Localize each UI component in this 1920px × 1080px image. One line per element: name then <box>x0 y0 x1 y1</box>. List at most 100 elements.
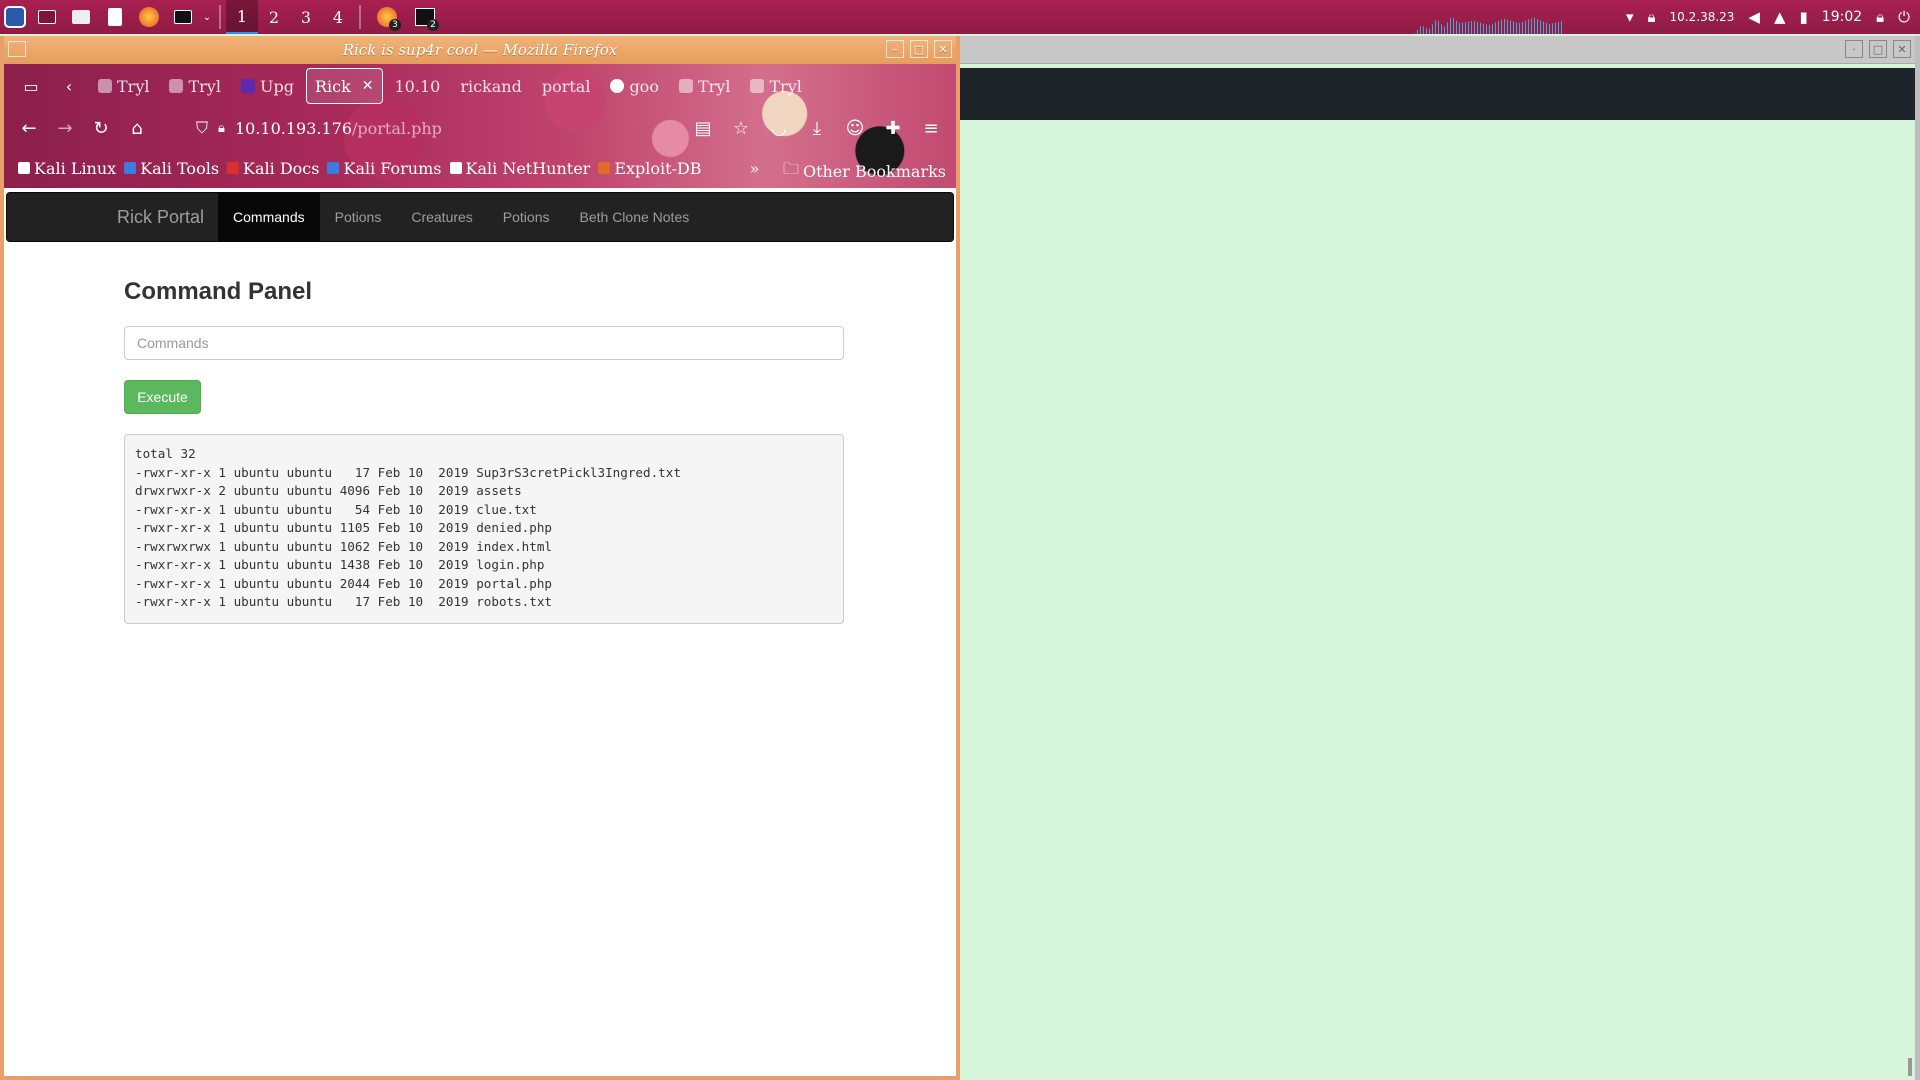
execute-button[interactable]: Execute <box>124 380 201 414</box>
tab-upgrade[interactable]: Upg <box>233 68 302 104</box>
window-menu-button[interactable] <box>8 41 26 57</box>
firefox-launcher[interactable] <box>132 0 166 34</box>
kali-menu-button[interactable] <box>0 0 30 34</box>
account-icon[interactable]: ☺ <box>838 112 872 144</box>
workspace-1[interactable]: 1 <box>226 0 258 34</box>
close-button[interactable]: ✕ <box>1893 40 1911 58</box>
file-manager-button[interactable] <box>64 0 98 34</box>
menu-hamburger-icon[interactable]: ≡ <box>914 112 948 144</box>
bookmark-label: Exploit-DB <box>614 158 702 178</box>
bookmark-kali-linux[interactable]: Kali Linux <box>18 159 116 178</box>
downloads-icon[interactable]: ⤓ <box>800 112 834 144</box>
tab-favicon <box>169 79 184 93</box>
tab-label: Rick <box>314 76 351 96</box>
bookmark-kali-forums[interactable]: Kali Forums <box>327 158 442 178</box>
pocket-icon[interactable]: ◡ <box>762 112 796 144</box>
extensions-icon[interactable]: ✚ <box>876 112 910 144</box>
output-line: -rwxr-xr-x 1 ubuntu ubuntu 1438 Feb 10 2… <box>135 557 545 572</box>
bookmark-exploit-db[interactable]: Exploit-DB <box>598 158 702 178</box>
other-bookmarks[interactable]: 🗀︎ Other Bookmarks <box>783 158 946 185</box>
tab-rick[interactable]: Rick ✕ <box>305 68 383 104</box>
clock[interactable]: 19:02 <box>1822 9 1862 25</box>
lock-icon[interactable]: 🔒︎ <box>218 121 225 136</box>
window-border <box>1915 36 1920 1080</box>
tab-scroll-left-icon[interactable]: ‹ <box>52 68 86 104</box>
taskbar-terminal[interactable]: 2 <box>410 2 440 32</box>
workspace-3[interactable]: 3 <box>290 0 322 34</box>
logout-icon[interactable]: ⏻ <box>1898 8 1910 26</box>
nav-commands[interactable]: Commands <box>218 192 320 242</box>
commands-input[interactable] <box>124 326 844 360</box>
close-tab-icon[interactable]: ✕ <box>362 78 374 94</box>
url-path: /portal.php <box>352 118 442 138</box>
terminal-launcher[interactable] <box>166 0 200 34</box>
bookmark-kali-tools[interactable]: Kali Tools <box>124 159 219 178</box>
tab-tryhackme-1[interactable]: Tryl <box>90 68 157 104</box>
secondary-window-toolbar <box>960 68 1915 120</box>
secondary-window-titlebar[interactable]: · □ ✕ <box>960 36 1915 64</box>
tab-favicon <box>98 79 112 93</box>
bookmarks-overflow-icon[interactable]: » <box>750 159 760 178</box>
tab-google[interactable]: goo <box>602 68 667 104</box>
output-line: -rwxr-xr-x 1 ubuntu ubuntu 17 Feb 10 201… <box>135 594 553 609</box>
scrollbar[interactable] <box>1908 1058 1912 1076</box>
reader-view-icon[interactable]: ▤ <box>686 112 720 144</box>
bookmark-label: Kali Forums <box>343 158 442 178</box>
exploit-db-icon <box>598 162 611 174</box>
minimize-button[interactable]: – <box>886 40 904 58</box>
firefox-view-button[interactable]: ▭ <box>14 68 48 104</box>
tab-tryhackme-4[interactable]: Tryl <box>742 68 809 104</box>
notification-bell-icon[interactable]: ▲ <box>1774 8 1786 26</box>
terminal-icon <box>174 10 192 24</box>
workspace-4[interactable]: 4 <box>322 0 354 34</box>
nav-potions[interactable]: Potions <box>320 192 397 242</box>
nav-creatures[interactable]: Creatures <box>396 192 487 242</box>
back-button[interactable]: ← <box>12 112 46 144</box>
chevron-down-icon[interactable]: ⌄ <box>200 0 214 34</box>
taskbar-firefox[interactable]: 3 <box>372 2 402 32</box>
tab-portal[interactable]: portal <box>534 68 599 104</box>
bookmark-label: Kali Tools <box>140 158 220 178</box>
output-line: total 32 <box>135 446 196 461</box>
url-bar[interactable]: ⛉ 🔒︎ 10.10.193.176/portal.php <box>196 112 442 144</box>
window-titlebar[interactable]: Rick is sup4r cool — Mozilla Firefox – □… <box>4 36 956 64</box>
google-icon <box>610 79 625 93</box>
volume-icon[interactable]: ◀ <box>1748 8 1760 26</box>
home-button[interactable]: ⌂ <box>120 112 154 144</box>
kali-tools-icon <box>124 162 137 174</box>
kali-forums-icon <box>327 162 340 174</box>
tab-label: Tryl <box>769 76 802 96</box>
reload-button[interactable]: ↻ <box>84 112 118 144</box>
lock-screen-icon[interactable]: 🔒︎ <box>1876 8 1884 26</box>
nav-beth-clone-notes[interactable]: Beth Clone Notes <box>565 192 705 242</box>
nav-potions-2[interactable]: Potions <box>488 192 565 242</box>
show-desktop-button[interactable] <box>30 0 64 34</box>
kali-dragon-icon <box>18 162 30 174</box>
wifi-icon[interactable]: ▾ <box>1626 8 1634 26</box>
bookmark-label: Kali Docs <box>243 158 320 178</box>
window-title: Rick is sup4r cool — Mozilla Firefox <box>342 41 618 59</box>
bookmark-star-icon[interactable]: ☆ <box>724 112 758 144</box>
shield-icon[interactable]: ⛉ <box>196 118 208 138</box>
output-line: -rwxr-xr-x 1 ubuntu ubuntu 2044 Feb 10 2… <box>135 575 553 591</box>
tab-tryhackme-2[interactable]: Tryl <box>161 68 228 104</box>
maximize-button[interactable]: □ <box>1869 40 1887 58</box>
tab-tryhackme-3[interactable]: Tryl <box>671 68 738 104</box>
bookmark-kali-nethunter[interactable]: Kali NetHunter <box>449 158 591 178</box>
battery-icon[interactable]: ▮ <box>1800 8 1808 26</box>
tab-ip[interactable]: 10.10 <box>387 68 449 104</box>
text-editor-button[interactable] <box>98 0 132 34</box>
folder-icon <box>72 10 90 24</box>
workspace-2[interactable]: 2 <box>258 0 290 34</box>
panel-separator <box>359 5 361 29</box>
tab-rickandmorty[interactable]: rickand <box>452 68 530 104</box>
maximize-button[interactable]: □ <box>910 40 928 58</box>
network-graph <box>1414 16 1564 34</box>
site-brand[interactable]: Rick Portal <box>117 207 204 228</box>
minimize-button[interactable]: · <box>1845 40 1863 58</box>
firefox-window: Rick is sup4r cool — Mozilla Firefox – □… <box>0 36 960 1080</box>
forward-button[interactable]: → <box>48 112 82 144</box>
bookmark-label: Kali NetHunter <box>465 158 591 178</box>
close-button[interactable]: ✕ <box>934 40 952 58</box>
bookmark-kali-docs[interactable]: Kali Docs <box>227 159 319 178</box>
